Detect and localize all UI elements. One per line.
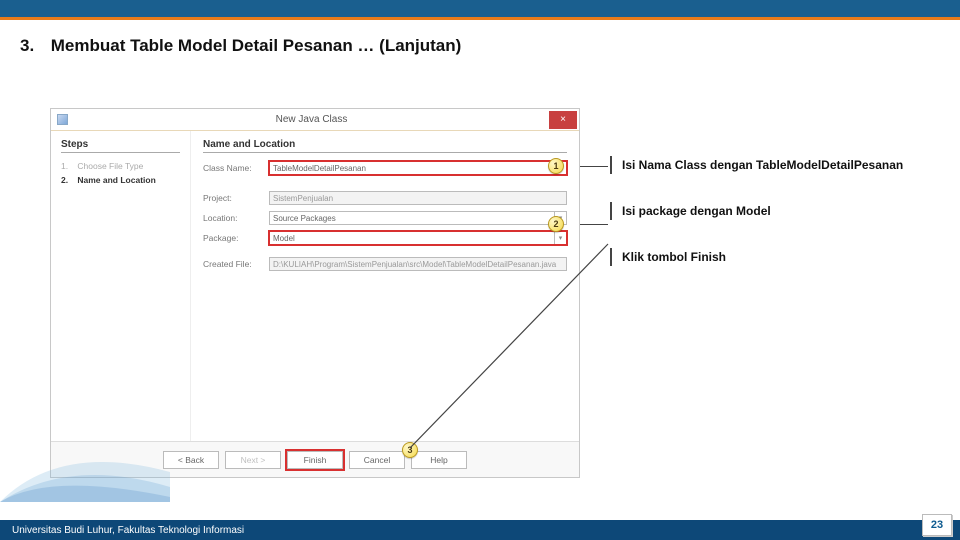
dialog-app-icon	[57, 114, 68, 125]
field-class-name: Class Name: TableModelDetailPesanan	[203, 161, 567, 175]
chevron-down-icon: ▾	[554, 232, 566, 244]
field-location: Location: Source Packages ▾	[203, 211, 567, 225]
callout-bubble-1: 1	[548, 158, 564, 174]
steps-header: Steps	[61, 139, 180, 153]
new-java-class-dialog: New Java Class × Steps 1. Choose File Ty…	[50, 108, 580, 478]
close-icon[interactable]: ×	[549, 111, 577, 129]
callout-bubble-3: 3	[402, 442, 418, 458]
back-button[interactable]: < Back	[163, 451, 219, 469]
class-name-input[interactable]: TableModelDetailPesanan	[269, 161, 567, 175]
location-select[interactable]: Source Packages ▾	[269, 211, 567, 225]
dialog-footer: < Back Next > Finish Cancel Help	[51, 441, 579, 477]
form-panel: Name and Location Class Name: TableModel…	[191, 131, 579, 441]
dialog-body: Steps 1. Choose File Type 2. Name and Lo…	[51, 131, 579, 441]
callout-bubble-2: 2	[548, 216, 564, 232]
location-label: Location:	[203, 213, 269, 223]
finish-button[interactable]: Finish	[287, 451, 343, 469]
heading-number: 3.	[20, 36, 46, 56]
callout-list: Isi Nama Class dengan TableModelDetailPe…	[610, 156, 903, 294]
step-row: 1. Choose File Type	[61, 159, 180, 173]
step-label: Choose File Type	[77, 161, 143, 171]
next-button: Next >	[225, 451, 281, 469]
slide-footer: Universitas Budi Luhur, Fakultas Teknolo…	[0, 520, 960, 540]
top-accent-bar	[0, 0, 960, 17]
content-stage: New Java Class × Steps 1. Choose File Ty…	[50, 108, 950, 478]
help-button[interactable]: Help	[411, 451, 467, 469]
created-file-input: D:\KULIAH\Program\SistemPenjualan\src\Mo…	[269, 257, 567, 271]
field-package: Package: Model ▾	[203, 231, 567, 245]
field-project: Project: SistemPenjualan	[203, 191, 567, 205]
created-file-label: Created File:	[203, 259, 269, 269]
dialog-title-text: New Java Class	[74, 114, 549, 125]
dialog-titlebar: New Java Class ×	[51, 109, 579, 131]
step-label: Name and Location	[77, 175, 155, 185]
heading-title: Membuat Table Model Detail Pesanan … (La…	[51, 36, 462, 55]
callout-text-1: Isi Nama Class dengan TableModelDetailPe…	[610, 156, 903, 174]
footer-text: Universitas Budi Luhur, Fakultas Teknolo…	[12, 525, 244, 536]
step-number: 2.	[61, 175, 75, 185]
form-header: Name and Location	[203, 139, 567, 153]
class-name-label: Class Name:	[203, 163, 269, 173]
slide-heading: 3. Membuat Table Model Detail Pesanan … …	[0, 20, 960, 56]
callout-text-3: Klik tombol Finish	[610, 248, 903, 266]
package-label: Package:	[203, 233, 269, 243]
page-number: 23	[922, 514, 952, 536]
steps-panel: Steps 1. Choose File Type 2. Name and Lo…	[51, 131, 191, 441]
project-input: SistemPenjualan	[269, 191, 567, 205]
project-label: Project:	[203, 193, 269, 203]
package-input[interactable]: Model ▾	[269, 231, 567, 245]
step-row: 2. Name and Location	[61, 173, 180, 187]
step-number: 1.	[61, 161, 75, 171]
callout-text-2: Isi package dengan Model	[610, 202, 903, 220]
field-created-file: Created File: D:\KULIAH\Program\SistemPe…	[203, 257, 567, 271]
cancel-button[interactable]: Cancel	[349, 451, 405, 469]
